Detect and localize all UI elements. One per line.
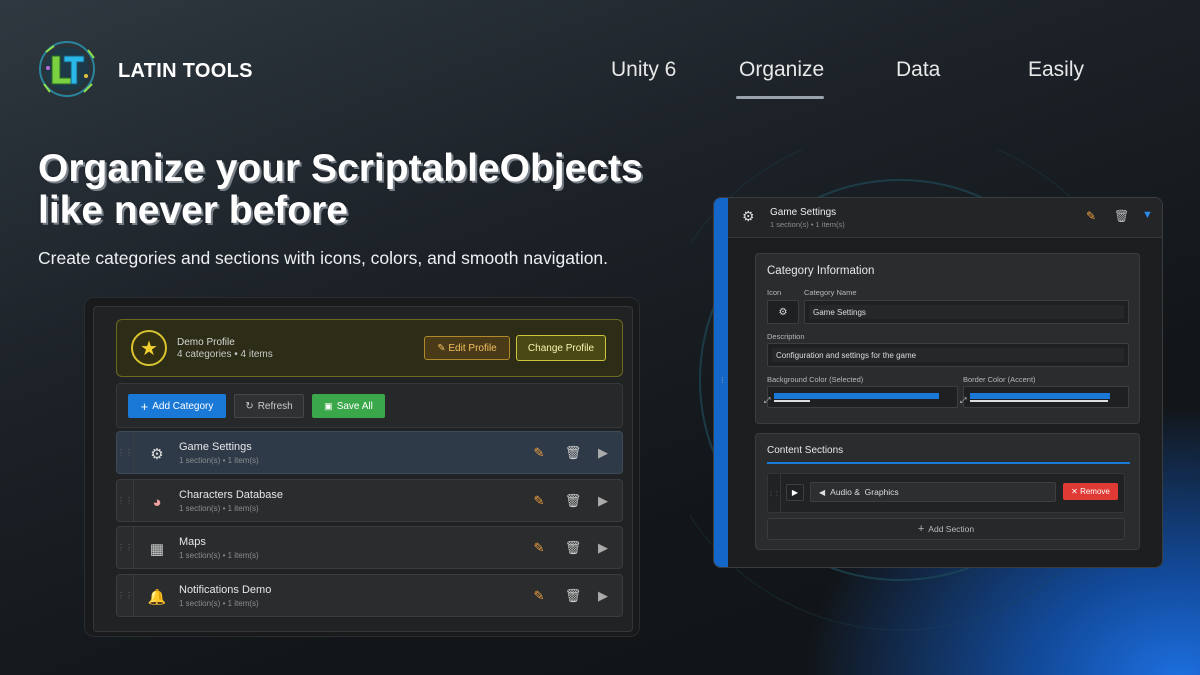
drag-handle-icon[interactable]: ⋮⋮ (117, 432, 134, 473)
description-label: Description (767, 332, 805, 341)
trash-icon[interactable]: 🗑 (1114, 209, 1129, 223)
section-name: Audio & Graphics (830, 487, 899, 497)
category-meta: 1 section(s) • 1 item(s) (179, 551, 259, 560)
collapse-arrow-icon[interactable]: ▼ (1142, 209, 1153, 221)
bg-color-picker[interactable]: ⤢ (764, 386, 958, 408)
plus-icon: + (140, 398, 149, 414)
remove-section-button[interactable]: ✕ Remove (1063, 483, 1118, 500)
edit-pencil-icon[interactable]: ✎ (530, 539, 548, 557)
category-info-card: Category Information Icon Category Name … (755, 253, 1140, 424)
category-row-characters[interactable]: ⋮⋮ ◕ Characters Database 1 section(s) • … (116, 479, 623, 522)
expand-arrow-icon[interactable]: ▶ (594, 587, 612, 605)
refresh-button[interactable]: ↻ Refresh (234, 394, 304, 418)
category-name: Characters Database (179, 489, 283, 501)
edit-pencil-icon[interactable]: ✎ (530, 587, 548, 605)
category-info-title: Category Information (767, 265, 875, 277)
drag-handle-icon[interactable]: ⋮⋮ (117, 575, 134, 616)
category-row-maps[interactable]: ⋮⋮ ▦ Maps 1 section(s) • 1 item(s) ✎ 🗑 ▶ (116, 526, 623, 569)
map-icon: ▦ (149, 541, 165, 558)
section-row[interactable]: ⋮⋮ ▶ ◀ Audio & Graphics ✕ Remove (767, 473, 1125, 513)
nav-item-easily[interactable]: Easily (1028, 58, 1084, 82)
edit-pencil-icon[interactable]: ✎ (530, 492, 548, 510)
star-icon: ★ (131, 330, 167, 366)
category-meta: 1 section(s) • 1 item(s) (179, 599, 259, 608)
brand-name: LATIN TOOLS (118, 60, 253, 82)
speaker-icon: ◀ (819, 487, 826, 497)
save-all-label: Save All (336, 400, 373, 412)
hero-headline: Organize your ScriptableObjects like nev… (38, 147, 643, 232)
trash-icon[interactable]: 🗑 (564, 492, 582, 510)
edit-pencil-icon[interactable]: ✎ (530, 444, 548, 462)
profile-card: ★ Demo Profile 4 categories • 4 items ✎ … (116, 319, 623, 377)
profile-name: Demo Profile (177, 337, 235, 348)
expand-arrow-icon[interactable]: ▶ (594, 492, 612, 510)
save-all-button[interactable]: ▣ Save All (312, 394, 385, 418)
content-sections-underline (767, 462, 1130, 464)
add-category-button[interactable]: + Add Category (128, 394, 226, 418)
section-name-field[interactable]: ◀ Audio & Graphics (810, 482, 1056, 502)
category-row-notifications[interactable]: ⋮⋮ 🔔 Notifications Demo 1 section(s) • 1… (116, 574, 623, 617)
description-value: Configuration and settings for the game (776, 350, 917, 360)
nav-item-organize[interactable]: Organize (739, 58, 824, 82)
content-sections-card: Content Sections ⋮⋮ ▶ ◀ Audio & Graphics… (755, 433, 1140, 550)
detail-title: Game Settings (770, 207, 837, 218)
drag-handle-icon[interactable]: ⋮⋮ (768, 474, 781, 512)
detail-meta: 1 section(s) • 1 item(s) (770, 220, 845, 229)
category-meta: 1 section(s) • 1 item(s) (179, 456, 259, 465)
gear-icon: ⚙ (742, 208, 755, 224)
detail-header: ⚙ Game Settings 1 section(s) • 1 item(s)… (728, 198, 1162, 238)
category-name: Maps (179, 536, 206, 548)
category-row-game-settings[interactable]: ⋮⋮ ⚙ Game Settings 1 section(s) • 1 item… (116, 431, 623, 474)
category-name: Notifications Demo (179, 584, 272, 596)
add-section-button[interactable]: + Add Section (767, 518, 1125, 540)
category-meta: 1 section(s) • 1 item(s) (179, 504, 259, 513)
trash-icon[interactable]: 🗑 (564, 539, 582, 557)
expand-arrow-icon[interactable]: ▶ (594, 539, 612, 557)
latin-tools-logo (39, 41, 95, 97)
category-detail-panel: ⚙ Game Settings 1 section(s) • 1 item(s)… (713, 197, 1163, 568)
hero-subline: Create categories and sections with icon… (38, 248, 609, 268)
drag-handle-icon[interactable]: ⋮⋮ (117, 480, 134, 521)
content-sections-title: Content Sections (767, 445, 844, 456)
border-color-label: Border Color (Accent) (963, 375, 1036, 384)
change-profile-button[interactable]: Change Profile (516, 335, 606, 361)
nav-item-data[interactable]: Data (896, 58, 940, 82)
border-color-picker[interactable]: ⤢ (960, 386, 1129, 408)
plus-icon: + (917, 523, 925, 535)
trash-icon[interactable]: 🗑 (564, 444, 582, 462)
side-grip-icon[interactable]: ⋮ (719, 376, 726, 384)
category-name-input[interactable]: Game Settings (804, 300, 1129, 324)
description-input[interactable]: Configuration and settings for the game (767, 343, 1129, 367)
bg-color-label: Background Color (Selected) (767, 375, 864, 384)
floppy-icon: ▣ (324, 400, 333, 411)
profile-meta: 4 categories • 4 items (177, 349, 273, 360)
nav-item-unity6[interactable]: Unity 6 (611, 58, 676, 82)
eyedropper-icon[interactable]: ⤢ (764, 396, 770, 406)
icon-picker[interactable]: ⚙ (767, 300, 799, 324)
category-name: Game Settings (179, 441, 252, 453)
gear-icon: ⚙ (150, 446, 164, 463)
bell-icon: 🔔 (147, 589, 167, 606)
add-section-label: Add Section (928, 524, 975, 534)
category-toolbar: + Add Category ↻ Refresh ▣ Save All (116, 383, 623, 428)
character-icon: ◕ (152, 493, 162, 511)
gear-icon: ⚙ (778, 306, 788, 318)
play-icon[interactable]: ▶ (786, 484, 804, 501)
nav-active-underline (736, 96, 824, 99)
category-name-label: Category Name (804, 288, 857, 297)
edit-pencil-icon[interactable]: ✎ (1086, 209, 1096, 223)
refresh-label: Refresh (257, 400, 293, 412)
icon-label: Icon (767, 288, 782, 297)
eyedropper-icon[interactable]: ⤢ (960, 396, 966, 406)
category-name-value: Game Settings (813, 307, 866, 317)
drag-handle-icon[interactable]: ⋮⋮ (117, 527, 134, 568)
expand-arrow-icon[interactable]: ▶ (594, 444, 612, 462)
trash-icon[interactable]: 🗑 (564, 587, 582, 605)
edit-profile-button[interactable]: ✎ Edit Profile (424, 336, 510, 360)
add-category-label: Add Category (152, 400, 214, 412)
refresh-icon: ↻ (245, 400, 254, 412)
